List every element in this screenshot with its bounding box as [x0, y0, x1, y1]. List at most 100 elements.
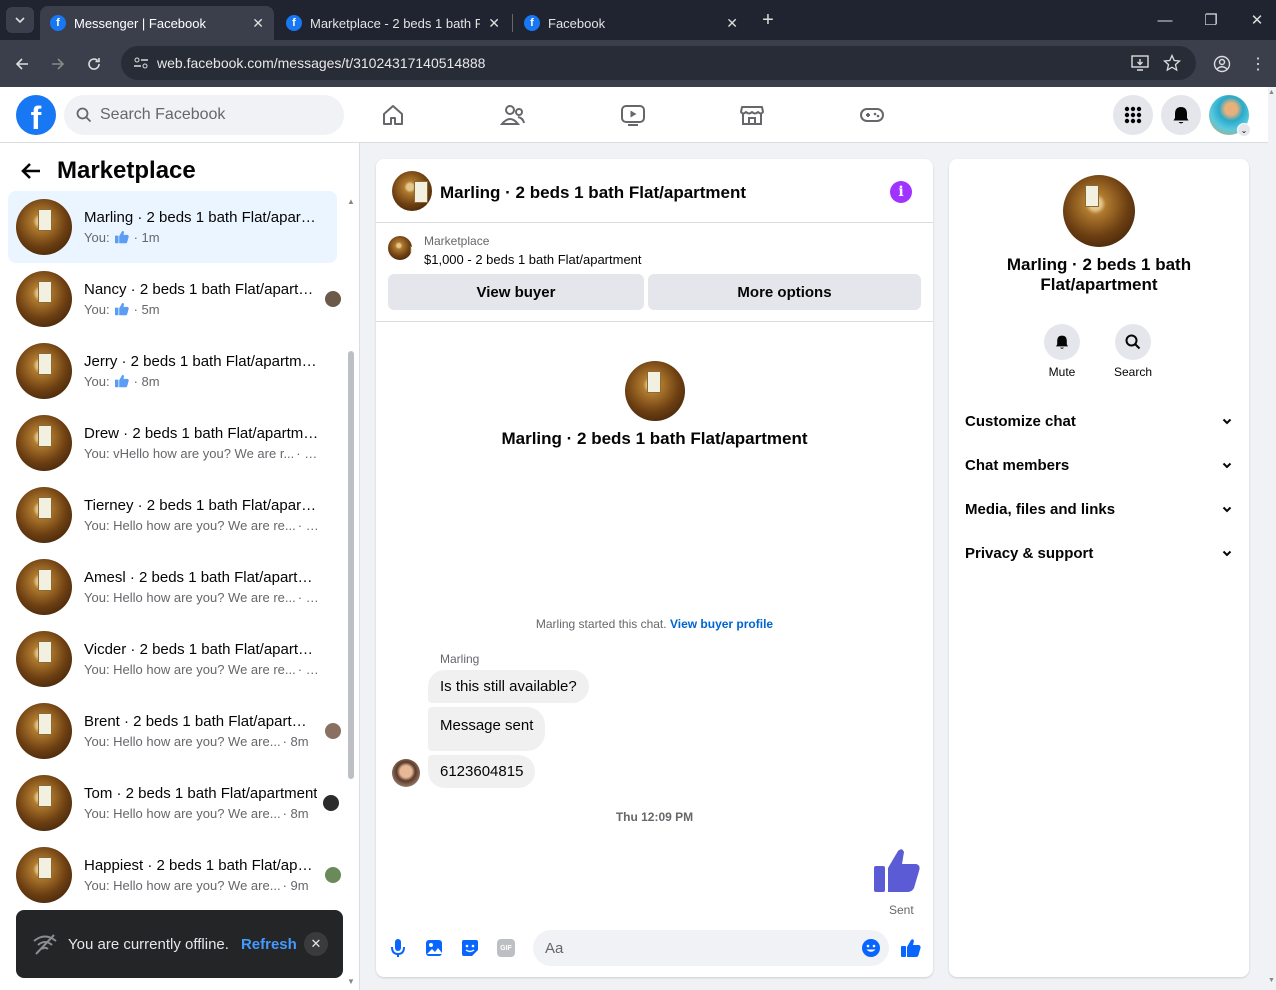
section-customize-chat[interactable]: Customize chat [965, 399, 1233, 443]
chat-title[interactable]: Marling · 2 beds 1 bath Flat/apartment [440, 183, 746, 203]
section-label: Media, files and links [965, 500, 1116, 518]
message-input[interactable]: Aa [533, 930, 889, 966]
nav-gaming[interactable] [856, 99, 888, 131]
tab-facebook[interactable]: f Facebook ✕ [514, 6, 748, 40]
tab-marketplace[interactable]: f Marketplace - 2 beds 1 bath Fla ✕ [276, 6, 510, 40]
conversation-item[interactable]: Tom · 2 beds 1 bath Flat/apartment You: H… [8, 767, 340, 839]
conversation-item[interactable]: Brent · 2 beds 1 bath Flat/apartment You:… [8, 695, 341, 767]
sender-avatar[interactable] [392, 759, 420, 787]
nav-home[interactable] [377, 99, 409, 131]
microphone-icon [391, 939, 405, 957]
preview-text: You: Hello how are you? We are... [84, 878, 281, 893]
scroll-down-arrow[interactable]: ▼ [347, 977, 355, 986]
conversation-preview: You: Hello how are you? We are re...· 8m [84, 662, 319, 677]
new-tab-button[interactable]: + [756, 8, 780, 32]
marketplace-icon [740, 106, 764, 125]
tab-search-button[interactable] [6, 7, 34, 33]
conversation-item[interactable]: Tierney · 2 beds 1 bath Flat/apartment Yo… [8, 479, 337, 551]
mute-button[interactable] [1044, 324, 1080, 360]
account-circle-icon [1213, 55, 1231, 73]
install-app-icon[interactable] [1131, 55, 1149, 71]
close-tab-icon[interactable]: ✕ [252, 15, 264, 32]
minimize-button[interactable]: — [1142, 0, 1188, 40]
message-bubble[interactable]: Message sent [428, 707, 546, 751]
sent-status: Sent [889, 903, 914, 917]
sticker-button[interactable] [460, 938, 480, 963]
nav-watch[interactable] [617, 99, 649, 131]
more-options-button[interactable]: More options [648, 274, 921, 310]
thumbs-up-icon [874, 849, 920, 892]
close-tab-icon[interactable]: ✕ [488, 15, 500, 32]
search-in-conversation-button[interactable] [1115, 324, 1151, 360]
info-button[interactable]: i [890, 181, 912, 203]
nav-marketplace[interactable] [736, 99, 768, 131]
message-bubble[interactable]: Is this still available? [428, 670, 589, 703]
facebook-logo[interactable]: f [16, 95, 56, 135]
gif-button[interactable]: GIF [497, 939, 515, 957]
view-buyer-button[interactable]: View buyer [388, 274, 644, 310]
conversation-info: Happiest · 2 beds 1 bath Flat/apartment Y… [84, 857, 319, 893]
nav-friends[interactable] [497, 99, 529, 131]
scroll-down-arrow[interactable]: ▼ [1268, 977, 1275, 984]
preview-prefix: You: [84, 374, 110, 389]
section-chat-members[interactable]: Chat members [965, 443, 1233, 487]
conversation-item[interactable]: Nancy · 2 beds 1 bath Flat/apartment You:… [8, 263, 341, 335]
reload-button[interactable] [80, 50, 108, 78]
star-bookmark-icon[interactable] [1163, 54, 1181, 72]
facebook-favicon-icon: f [50, 15, 66, 31]
scrollbar-thumb[interactable] [348, 351, 354, 779]
facebook-favicon-icon: f [524, 15, 540, 31]
notifications-button[interactable] [1161, 95, 1201, 135]
seen-by-avatar [325, 291, 341, 307]
facebook-header: f Search Facebook ⌄ [0, 87, 1268, 143]
refresh-link[interactable]: Refresh [241, 936, 297, 953]
close-window-button[interactable]: ✕ [1234, 0, 1276, 40]
back-arrow-button[interactable] [20, 160, 44, 184]
restore-button[interactable]: ❐ [1188, 0, 1234, 40]
conversation-item[interactable]: Marling · 2 beds 1 bath Flat/apartment Yo… [8, 191, 337, 263]
section-privacy-support[interactable]: Privacy & support [965, 531, 1233, 575]
back-button[interactable] [8, 50, 36, 78]
preview-time: · 8m [297, 662, 319, 677]
intro-avatar[interactable] [625, 361, 685, 421]
conversation-item[interactable]: Happiest · 2 beds 1 bath Flat/apartment Y… [8, 839, 341, 911]
preview-text: You: Hello how are you? We are... [84, 734, 281, 749]
profile-button[interactable] [1208, 50, 1236, 78]
conversation-name: Vicder · 2 beds 1 bath Flat/apartment [84, 641, 319, 658]
close-toast-button[interactable]: ✕ [304, 932, 328, 956]
facebook-search-input[interactable]: Search Facebook [64, 95, 344, 135]
scroll-up-arrow[interactable]: ▲ [347, 197, 355, 206]
conversation-info: Drew · 2 beds 1 bath Flat/apartment You: … [84, 425, 319, 461]
message-bubble[interactable]: 6123604815 [428, 755, 536, 788]
profile-avatar[interactable] [1063, 175, 1135, 247]
browser-menu-button[interactable]: ⋮ [1244, 50, 1272, 78]
listing-price[interactable]: $1,000 - 2 beds 1 bath Flat/apartment [424, 252, 642, 267]
search-icon [76, 107, 92, 123]
forward-button[interactable] [44, 50, 72, 78]
conversation-item[interactable]: Drew · 2 beds 1 bath Flat/apartment You: … [8, 407, 337, 479]
send-like-button[interactable] [900, 938, 922, 963]
emoji-button[interactable] [861, 938, 881, 962]
tab-messenger[interactable]: f Messenger | Facebook ✕ [40, 6, 274, 40]
thumbs-up-icon [114, 230, 129, 244]
attach-photo-button[interactable] [424, 938, 444, 963]
conversation-item[interactable]: Vicder · 2 beds 1 bath Flat/apartment You… [8, 623, 337, 695]
conversation-item[interactable]: Amesl · 2 beds 1 bath Flat/apartment You:… [8, 551, 337, 623]
sent-like-sticker[interactable] [872, 845, 922, 900]
preview-text: You: vHello how are you? We are r... [84, 446, 295, 461]
scroll-up-arrow[interactable]: ▲ [1268, 89, 1275, 96]
conversation-avatar [16, 703, 72, 759]
conversation-item[interactable]: Jerry · 2 beds 1 bath Flat/apartment You:… [8, 335, 337, 407]
section-media-files-links[interactable]: Media, files and links [965, 487, 1233, 531]
menu-button[interactable] [1113, 95, 1153, 135]
view-buyer-profile-link[interactable]: View buyer profile [670, 617, 773, 631]
close-tab-icon[interactable]: ✕ [726, 15, 738, 32]
page-scrollbar[interactable]: ▲ ▼ [1268, 87, 1276, 990]
chat-avatar[interactable] [392, 171, 432, 211]
site-info-icon[interactable] [133, 56, 149, 70]
conversation-name: Nancy · 2 beds 1 bath Flat/apartment [84, 281, 319, 298]
account-avatar[interactable]: ⌄ [1209, 95, 1251, 137]
address-bar[interactable]: web.facebook.com/messages/t/310243171405… [121, 46, 1196, 80]
listing-thumbnail[interactable] [388, 236, 412, 260]
voice-clip-button[interactable] [388, 938, 408, 963]
